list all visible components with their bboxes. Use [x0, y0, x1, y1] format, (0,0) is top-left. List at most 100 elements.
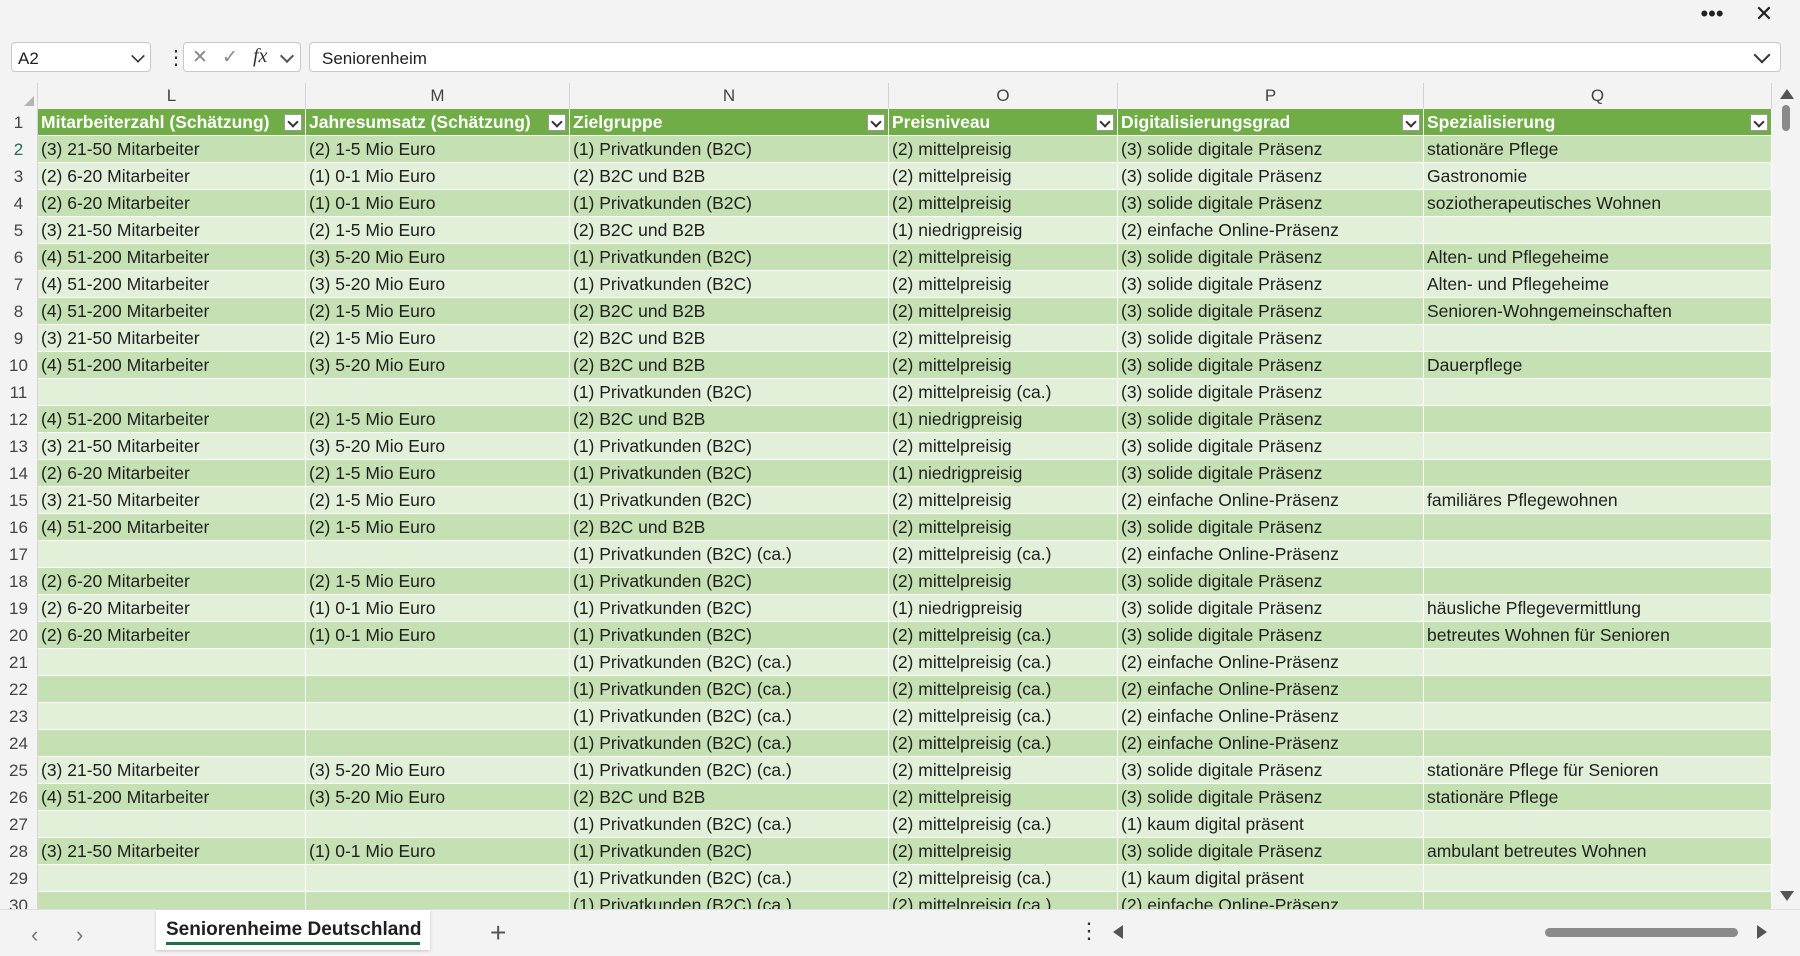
- table-cell[interactable]: (2) mittelpreisig: [889, 514, 1118, 541]
- table-cell[interactable]: (1) kaum digital präsent: [1118, 811, 1424, 838]
- table-cell[interactable]: (2) mittelpreisig (ca.): [889, 865, 1118, 892]
- table-cell[interactable]: [1424, 568, 1772, 595]
- table-cell[interactable]: (3) solide digitale Präsenz: [1118, 595, 1424, 622]
- previous-sheet-icon[interactable]: ‹: [31, 922, 38, 948]
- table-cell[interactable]: (4) 51-200 Mitarbeiter: [38, 244, 306, 271]
- table-cell[interactable]: betreutes Wohnen für Senioren: [1424, 622, 1772, 649]
- vertical-scrollbar[interactable]: [1772, 83, 1800, 909]
- row-number[interactable]: 27: [0, 811, 38, 838]
- row-number[interactable]: 12: [0, 406, 38, 433]
- filter-dropdown-icon[interactable]: [1096, 114, 1114, 131]
- add-sheet-button[interactable]: +: [490, 917, 506, 949]
- confirm-icon[interactable]: ✓: [222, 46, 238, 69]
- formula-input[interactable]: Seniorenheim: [309, 42, 1781, 72]
- table-cell[interactable]: (2) mittelpreisig: [889, 163, 1118, 190]
- row-number[interactable]: 18: [0, 568, 38, 595]
- scroll-up-icon[interactable]: [1780, 89, 1794, 99]
- table-cell[interactable]: (1) 0-1 Mio Euro: [306, 622, 570, 649]
- table-cell[interactable]: (4) 51-200 Mitarbeiter: [38, 271, 306, 298]
- table-cell[interactable]: (2) mittelpreisig (ca.): [889, 622, 1118, 649]
- table-cell[interactable]: [1424, 217, 1772, 244]
- table-cell[interactable]: (2) B2C und B2B: [570, 163, 889, 190]
- table-cell[interactable]: (2) einfache Online-Präsenz: [1118, 541, 1424, 568]
- spreadsheet-grid[interactable]: LMNOPQ 1 Mitarbeiterzahl (Schätzung) Jahre…: [0, 83, 1772, 909]
- row-number[interactable]: 22: [0, 676, 38, 703]
- table-cell[interactable]: (3) solide digitale Präsenz: [1118, 757, 1424, 784]
- row-number[interactable]: 6: [0, 244, 38, 271]
- filter-dropdown-icon[interactable]: [284, 114, 302, 131]
- table-cell[interactable]: (2) 6-20 Mitarbeiter: [38, 595, 306, 622]
- row-number[interactable]: 5: [0, 217, 38, 244]
- table-cell[interactable]: (3) solide digitale Präsenz: [1118, 244, 1424, 271]
- table-cell[interactable]: [38, 892, 306, 909]
- table-cell[interactable]: (3) solide digitale Präsenz: [1118, 352, 1424, 379]
- row-number[interactable]: 20: [0, 622, 38, 649]
- table-cell[interactable]: Senioren-Wohngemeinschaften: [1424, 298, 1772, 325]
- table-cell[interactable]: (3) solide digitale Präsenz: [1118, 190, 1424, 217]
- table-cell[interactable]: (1) Privatkunden (B2C) (ca.): [570, 730, 889, 757]
- table-cell[interactable]: (2) 1-5 Mio Euro: [306, 325, 570, 352]
- table-cell[interactable]: (1) Privatkunden (B2C) (ca.): [570, 865, 889, 892]
- column-title-cell[interactable]: Digitalisierungsgrad: [1118, 109, 1424, 136]
- column-header[interactable]: L: [38, 83, 306, 109]
- table-cell[interactable]: (2) B2C und B2B: [570, 514, 889, 541]
- row-number[interactable]: 17: [0, 541, 38, 568]
- table-cell[interactable]: (3) 21-50 Mitarbeiter: [38, 757, 306, 784]
- table-cell[interactable]: (2) 6-20 Mitarbeiter: [38, 460, 306, 487]
- table-cell[interactable]: (2) B2C und B2B: [570, 298, 889, 325]
- table-cell[interactable]: (1) Privatkunden (B2C): [570, 487, 889, 514]
- table-cell[interactable]: [1424, 379, 1772, 406]
- chevron-down-icon[interactable]: [131, 49, 145, 63]
- table-cell[interactable]: (1) Privatkunden (B2C) (ca.): [570, 676, 889, 703]
- table-cell[interactable]: (2) 6-20 Mitarbeiter: [38, 190, 306, 217]
- table-cell[interactable]: (1) Privatkunden (B2C): [570, 460, 889, 487]
- table-cell[interactable]: (4) 51-200 Mitarbeiter: [38, 406, 306, 433]
- table-cell[interactable]: (3) 21-50 Mitarbeiter: [38, 325, 306, 352]
- table-cell[interactable]: (1) Privatkunden (B2C) (ca.): [570, 703, 889, 730]
- table-cell[interactable]: (2) einfache Online-Präsenz: [1118, 730, 1424, 757]
- table-cell[interactable]: (2) B2C und B2B: [570, 406, 889, 433]
- table-cell[interactable]: (2) mittelpreisig: [889, 784, 1118, 811]
- table-cell[interactable]: (2) mittelpreisig: [889, 352, 1118, 379]
- table-cell[interactable]: (3) 21-50 Mitarbeiter: [38, 838, 306, 865]
- table-cell[interactable]: ambulant betreutes Wohnen: [1424, 838, 1772, 865]
- table-cell[interactable]: (2) mittelpreisig (ca.): [889, 676, 1118, 703]
- row-number[interactable]: 24: [0, 730, 38, 757]
- table-cell[interactable]: [38, 649, 306, 676]
- table-cell[interactable]: (2) B2C und B2B: [570, 352, 889, 379]
- table-cell[interactable]: (3) 5-20 Mio Euro: [306, 244, 570, 271]
- column-header[interactable]: N: [570, 83, 889, 109]
- table-cell[interactable]: [1424, 514, 1772, 541]
- row-number[interactable]: 19: [0, 595, 38, 622]
- table-cell[interactable]: [306, 649, 570, 676]
- tab-options-icon[interactable]: ⋮: [1078, 918, 1100, 944]
- table-cell[interactable]: [38, 541, 306, 568]
- table-cell[interactable]: [1424, 892, 1772, 909]
- table-cell[interactable]: Gastronomie: [1424, 163, 1772, 190]
- table-cell[interactable]: (3) solide digitale Präsenz: [1118, 433, 1424, 460]
- table-cell[interactable]: (3) solide digitale Präsenz: [1118, 325, 1424, 352]
- table-cell[interactable]: [306, 865, 570, 892]
- table-cell[interactable]: (1) Privatkunden (B2C) (ca.): [570, 541, 889, 568]
- table-cell[interactable]: [306, 676, 570, 703]
- table-cell[interactable]: (2) mittelpreisig (ca.): [889, 703, 1118, 730]
- table-cell[interactable]: (3) solide digitale Präsenz: [1118, 622, 1424, 649]
- row-number[interactable]: 9: [0, 325, 38, 352]
- insert-function-icon[interactable]: fx: [253, 45, 267, 68]
- row-number[interactable]: 26: [0, 784, 38, 811]
- table-cell[interactable]: (1) Privatkunden (B2C): [570, 622, 889, 649]
- column-header[interactable]: O: [889, 83, 1118, 109]
- table-cell[interactable]: (2) 1-5 Mio Euro: [306, 406, 570, 433]
- table-cell[interactable]: (1) 0-1 Mio Euro: [306, 595, 570, 622]
- table-cell[interactable]: (2) B2C und B2B: [570, 784, 889, 811]
- table-cell[interactable]: (4) 51-200 Mitarbeiter: [38, 298, 306, 325]
- table-cell[interactable]: (1) niedrigpreisig: [889, 595, 1118, 622]
- table-cell[interactable]: (2) mittelpreisig (ca.): [889, 649, 1118, 676]
- table-cell[interactable]: (2) mittelpreisig: [889, 838, 1118, 865]
- row-number[interactable]: 8: [0, 298, 38, 325]
- table-cell[interactable]: (2) einfache Online-Präsenz: [1118, 217, 1424, 244]
- table-cell[interactable]: (1) 0-1 Mio Euro: [306, 838, 570, 865]
- table-cell[interactable]: (2) 6-20 Mitarbeiter: [38, 568, 306, 595]
- column-title-cell[interactable]: Spezialisierung: [1424, 109, 1772, 136]
- table-cell[interactable]: [1424, 433, 1772, 460]
